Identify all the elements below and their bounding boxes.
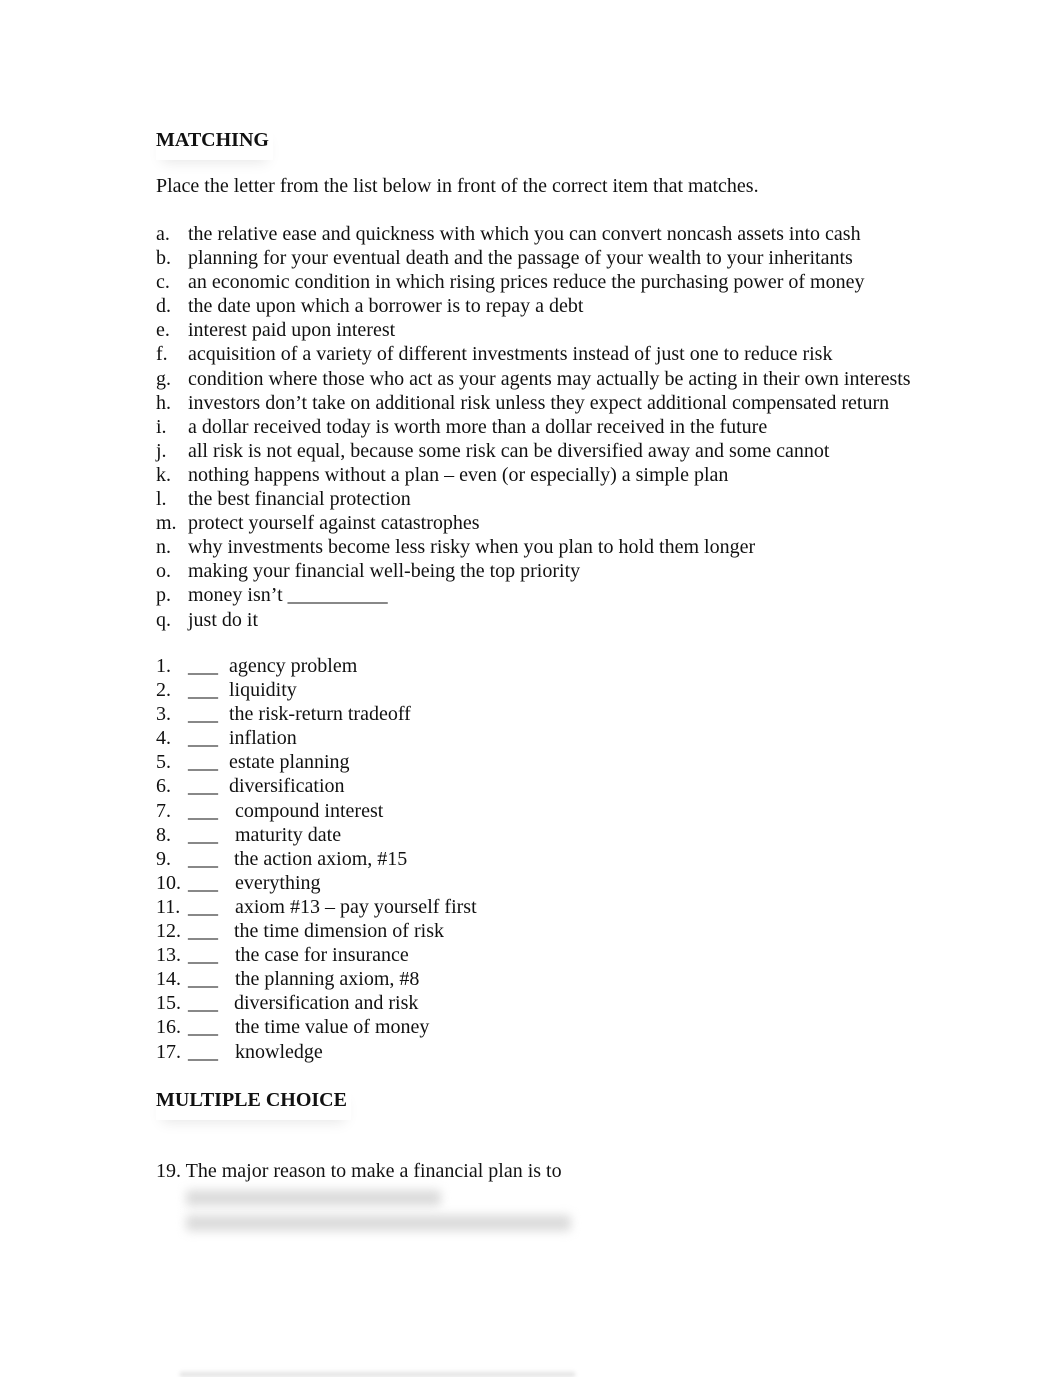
- term-number: 8.: [156, 823, 171, 846]
- definition-letter: b.: [156, 247, 171, 270]
- term-text: liquidity: [229, 679, 297, 702]
- answer-blank[interactable]: ___: [188, 750, 218, 774]
- definition-text: the best financial protection: [188, 488, 411, 511]
- term-number: 13.: [156, 944, 181, 967]
- answer-blank[interactable]: ___: [188, 895, 218, 919]
- term-number: 17.: [156, 1040, 181, 1063]
- term-text: axiom #13 – pay yourself first: [235, 895, 477, 918]
- answer-blank[interactable]: ___: [188, 871, 218, 895]
- term-number: 6.: [156, 775, 171, 798]
- definition-letter: d.: [156, 295, 171, 318]
- term-number: 14.: [156, 968, 181, 991]
- term-text: estate planning: [229, 751, 350, 774]
- blurred-content-strip: [180, 1372, 575, 1377]
- definition-letter: q.: [156, 608, 171, 631]
- definition-letter: l.: [156, 488, 167, 511]
- term-text: the case for insurance: [235, 944, 409, 967]
- answer-blank[interactable]: ___: [188, 991, 218, 1015]
- term-number: 5.: [156, 751, 171, 774]
- definition-letter: k.: [156, 463, 171, 486]
- term-number: 3.: [156, 703, 171, 726]
- definition-text: all risk is not equal, because some risk…: [188, 439, 830, 462]
- definition-letter: j.: [156, 439, 167, 462]
- term-text: knowledge: [235, 1040, 323, 1063]
- definition-text: money isn’t __________: [188, 584, 388, 607]
- answer-blank[interactable]: ___: [188, 847, 218, 871]
- multiple-choice-heading: MULTIPLE CHOICE: [156, 1086, 351, 1120]
- definition-letter: f.: [156, 343, 168, 366]
- term-text: compound interest: [235, 799, 384, 822]
- definition-letter: n.: [156, 536, 171, 559]
- term-number: 11.: [156, 895, 181, 918]
- matching-instructions: Place the letter from the list below in …: [156, 175, 759, 197]
- definition-text: acquisition of a variety of different in…: [188, 343, 833, 366]
- definition-text: a dollar received today is worth more th…: [188, 415, 768, 438]
- blurred-answer-option: [186, 1190, 441, 1206]
- definition-letter: p.: [156, 584, 171, 607]
- term-text: everything: [235, 871, 321, 894]
- definition-text: an economic condition in which rising pr…: [188, 271, 865, 294]
- definition-letter: e.: [156, 319, 170, 342]
- term-text: the risk-return tradeoff: [229, 703, 411, 726]
- term-text: diversification and risk: [234, 992, 419, 1015]
- term-number: 1.: [156, 655, 171, 677]
- definition-text: planning for your eventual death and the…: [188, 247, 853, 270]
- term-number: 9.: [156, 847, 171, 870]
- answer-blank[interactable]: ___: [188, 1040, 218, 1064]
- answer-blank[interactable]: ___: [188, 678, 218, 702]
- term-text: the time value of money: [235, 1016, 430, 1039]
- definition-text: the date upon which a borrower is to rep…: [188, 295, 584, 318]
- definition-letter: g.: [156, 367, 171, 390]
- definition-letter: m.: [156, 512, 177, 535]
- definition-text: interest paid upon interest: [188, 319, 396, 342]
- term-text: maturity date: [235, 823, 342, 846]
- definition-text: protect yourself against catastrophes: [188, 512, 480, 535]
- term-number: 7.: [156, 799, 171, 822]
- term-text: the planning axiom, #8: [235, 968, 420, 991]
- definition-text: the relative ease and quickness with whi…: [188, 223, 861, 245]
- answer-blank[interactable]: ___: [188, 726, 218, 750]
- definition-letter: h.: [156, 391, 171, 414]
- definition-letter: i.: [156, 415, 167, 438]
- definition-text: nothing happens without a plan – even (o…: [188, 463, 729, 486]
- document-page: MATCHING Place the letter from the list …: [0, 0, 1062, 1377]
- answer-blank[interactable]: ___: [188, 799, 218, 823]
- definition-text: why investments become less risky when y…: [188, 536, 756, 559]
- term-text: the time dimension of risk: [234, 920, 444, 943]
- definition-text: making your financial well-being the top…: [188, 560, 581, 583]
- blurred-answer-option: [186, 1215, 571, 1231]
- definition-text: just do it: [188, 608, 259, 631]
- definition-text: investors don’t take on additional risk …: [188, 391, 890, 414]
- definition-letter: a.: [156, 223, 170, 245]
- matching-heading: MATCHING: [156, 126, 273, 160]
- definition-letter: o.: [156, 560, 171, 583]
- answer-blank[interactable]: ___: [188, 919, 218, 943]
- term-text: the action axiom, #15: [234, 847, 408, 870]
- answer-blank[interactable]: ___: [188, 967, 218, 991]
- term-number: 10.: [156, 871, 181, 894]
- definition-letter: c.: [156, 271, 170, 294]
- answer-blank[interactable]: ___: [188, 654, 218, 678]
- answer-blank[interactable]: ___: [188, 702, 218, 726]
- term-text: inflation: [229, 727, 297, 750]
- answer-blank[interactable]: ___: [188, 943, 218, 967]
- answer-blank[interactable]: ___: [188, 774, 218, 798]
- term-number: 2.: [156, 679, 171, 702]
- term-number: 12.: [156, 920, 181, 943]
- definition-text: condition where those who act as your ag…: [188, 367, 911, 390]
- term-number: 16.: [156, 1016, 181, 1039]
- answer-blank[interactable]: ___: [188, 823, 218, 847]
- term-number: 4.: [156, 727, 171, 750]
- answer-blank[interactable]: ___: [188, 1015, 218, 1039]
- question-19: 19. The major reason to make a financial…: [156, 1160, 562, 1182]
- term-text: agency problem: [229, 655, 358, 677]
- term-text: diversification: [229, 775, 345, 798]
- term-number: 15.: [156, 992, 181, 1015]
